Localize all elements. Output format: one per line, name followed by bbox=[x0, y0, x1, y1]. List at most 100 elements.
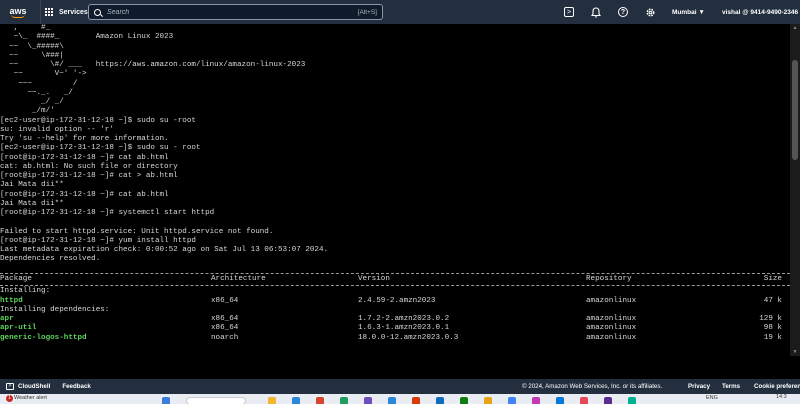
app-icon[interactable] bbox=[388, 397, 396, 404]
terminal-line: Last metadata expiration check: 0:00:52 … bbox=[0, 246, 329, 254]
package-size: 98 k bbox=[763, 324, 782, 333]
grid-icon bbox=[45, 7, 54, 17]
terminal-line: ~~ \###| bbox=[0, 51, 64, 60]
aws-logo[interactable]: aws bbox=[4, 0, 32, 24]
terms-link[interactable]: Terms bbox=[722, 379, 740, 394]
weather-alert-label[interactable]: Weather alert bbox=[14, 395, 47, 401]
bell-icon[interactable] bbox=[590, 6, 602, 18]
app-icon[interactable] bbox=[628, 397, 636, 404]
app-icon[interactable] bbox=[484, 397, 492, 404]
table-header-row: Package Architecture Version Repository … bbox=[0, 275, 790, 284]
package-version: 1.7.2-2.amzn2023.0.2 bbox=[358, 315, 450, 324]
terminal-line: ~~ \_#####\ bbox=[0, 42, 64, 51]
terminal-line: [root@ip-172-31-12-18 ~]# cat > ab.html bbox=[0, 172, 178, 180]
terminal-line: _/m/' bbox=[0, 107, 55, 116]
copyright-text: © 2024, Amazon Web Services, Inc. or its… bbox=[522, 383, 663, 390]
package-version: 1.6.3-1.amzn2023.0.1 bbox=[358, 324, 450, 333]
package-name: httpd bbox=[0, 296, 23, 305]
package-repo: amazonlinux bbox=[586, 333, 637, 342]
header-version: Version bbox=[358, 275, 390, 283]
package-size: 47 k bbox=[763, 296, 782, 305]
header-architecture: Architecture bbox=[211, 275, 266, 283]
search-shortcut-hint: [Alt+S] bbox=[357, 8, 377, 16]
terminal-line: [ec2-user@ip-172-31-12-18 ~]$ sudo su - … bbox=[0, 144, 201, 153]
app-icon[interactable] bbox=[532, 397, 540, 404]
terminal-line: Jai Mata dii** bbox=[0, 181, 64, 190]
app-icon[interactable] bbox=[604, 397, 612, 404]
app-icon[interactable] bbox=[340, 397, 348, 404]
app-icon[interactable] bbox=[556, 397, 564, 404]
cloudshell-terminal-icon[interactable]: > bbox=[6, 383, 14, 390]
terminal-line: Try 'su --help' for more information. bbox=[0, 135, 169, 143]
app-icon[interactable] bbox=[412, 397, 420, 404]
search-icon bbox=[94, 8, 101, 16]
cloudshell-icon[interactable]: > bbox=[564, 7, 574, 17]
clock[interactable]: 14:3 bbox=[776, 394, 787, 400]
console-footer: > CloudShell Feedback © 2024, Amazon Web… bbox=[0, 379, 800, 394]
region-label: Mumbai ▼ bbox=[672, 8, 705, 16]
terminal-line: , #_ bbox=[0, 24, 51, 32]
start-icon[interactable] bbox=[162, 397, 170, 404]
terminal-line: su: invalid option -- 'r' bbox=[0, 125, 114, 134]
section-label: Installing dependencies: bbox=[0, 306, 790, 315]
table-divider bbox=[0, 285, 790, 287]
search-box[interactable]: [Alt+S] bbox=[88, 4, 383, 20]
package-arch: x86_64 bbox=[211, 315, 239, 324]
app-icon[interactable] bbox=[316, 397, 324, 404]
scroll-thumb[interactable] bbox=[792, 60, 798, 160]
app-icon[interactable] bbox=[292, 397, 300, 404]
terminal-scrollbar[interactable]: ▲ ▼ bbox=[790, 24, 800, 356]
taskbar-search-icon[interactable] bbox=[186, 397, 246, 404]
terminal-line: Dependencies resolved. bbox=[0, 255, 101, 264]
package-table: Package Architecture Version Repository … bbox=[0, 272, 790, 343]
terminal-line: [root@ip-172-31-12-18 ~]# yum install ht… bbox=[0, 236, 196, 245]
terminal-line: [root@ip-172-31-12-18 ~]# cat ab.html bbox=[0, 153, 169, 162]
feedback-link[interactable]: Feedback bbox=[62, 383, 91, 390]
chrome-icon[interactable] bbox=[508, 397, 516, 404]
terminal-line: Jai Mata dii** bbox=[0, 199, 64, 208]
account-menu[interactable]: vishal @ 9414-9490-2346 bbox=[722, 0, 798, 24]
package-repo: amazonlinux bbox=[586, 296, 637, 305]
terminal-line: [root@ip-172-31-12-18 ~]# systemctl star… bbox=[0, 209, 215, 217]
app-icon[interactable] bbox=[436, 397, 444, 404]
header-package: Package bbox=[0, 275, 32, 283]
table-row: apr x86_64 1.7.2-2.amzn2023.0.2 amazonlinux… bbox=[0, 315, 790, 324]
package-repo: amazonlinux bbox=[586, 315, 637, 324]
aws-smile-icon bbox=[11, 14, 25, 18]
terminal-line: ~~ V~' '-> bbox=[0, 70, 87, 79]
terminal-line: _/ _/ bbox=[0, 98, 64, 106]
app-icon[interactable] bbox=[364, 397, 372, 404]
gear-icon[interactable] bbox=[644, 6, 656, 18]
cookie-preferences-link[interactable]: Cookie preferences bbox=[754, 379, 800, 394]
aws-top-nav: aws Services [Alt+S] > ? Mumbai ▼ vishal… bbox=[0, 0, 800, 24]
table-row: httpd x86_64 2.4.59-2.amzn2023 amazonlinux 4… bbox=[0, 297, 790, 306]
language-indicator[interactable]: ENG bbox=[706, 395, 718, 401]
services-menu-button[interactable]: Services bbox=[40, 0, 92, 24]
package-version: 2.4.59-2.amzn2023 bbox=[358, 296, 436, 305]
cloudshell-button[interactable]: CloudShell bbox=[18, 383, 50, 390]
terminal-lines: , #_ ~\_ ####_ Amazon Linux 2023 ~~ \_##… bbox=[0, 24, 790, 265]
dependencies-label: Installing dependencies: bbox=[0, 305, 110, 314]
scroll-up-icon[interactable]: ▲ bbox=[792, 25, 798, 31]
account-label: vishal @ 9414-9490-2346 bbox=[722, 8, 799, 16]
region-selector[interactable]: Mumbai ▼ bbox=[672, 0, 705, 24]
header-size: Size bbox=[763, 275, 782, 283]
terminal-line: Failed to start httpd.service: Unit http… bbox=[0, 227, 274, 236]
app-icon[interactable] bbox=[580, 397, 588, 404]
terminal-line: ~~ \#/ ___ https://aws.amazon.com/linux/… bbox=[0, 61, 306, 69]
help-icon[interactable]: ? bbox=[618, 7, 628, 17]
scroll-down-icon[interactable]: ▼ bbox=[792, 349, 798, 355]
terminal-line: [root@ip-172-31-12-18 ~]# cat ab.html bbox=[0, 190, 169, 199]
privacy-link[interactable]: Privacy bbox=[688, 379, 710, 394]
terminal-line: ~\_ ####_ Amazon Linux 2023 bbox=[0, 33, 174, 42]
table-row: apr-util x86_64 1.6.3-1.amzn2023.0.1 amazon… bbox=[0, 324, 790, 333]
search-input[interactable] bbox=[107, 8, 358, 16]
table-row: generic-logos-httpd noarch 18.0.0-12.amzn2… bbox=[0, 334, 790, 343]
app-icon[interactable] bbox=[460, 397, 468, 404]
package-size: 129 k bbox=[759, 315, 782, 324]
terminal-line: cat: ab.html: No such file or directory bbox=[0, 162, 178, 171]
package-version: 18.0.0-12.amzn2023.0.3 bbox=[358, 333, 459, 342]
file-explorer-icon[interactable] bbox=[268, 397, 276, 404]
package-arch: x86_64 bbox=[211, 296, 239, 305]
